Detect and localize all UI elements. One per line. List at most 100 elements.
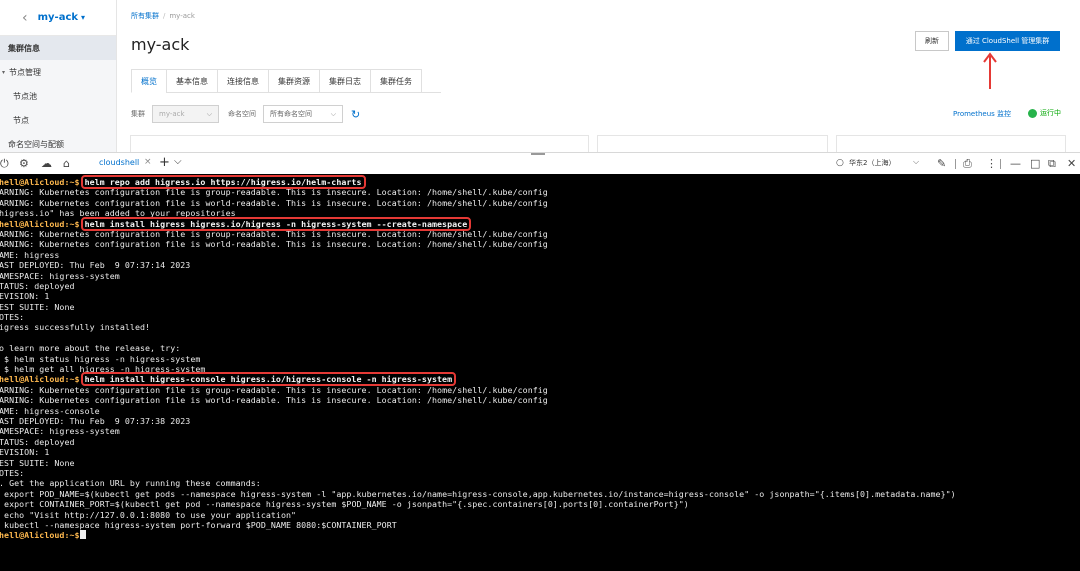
region-select[interactable]: 华东2（上海）: [849, 158, 895, 168]
car-icon[interactable]: ⌂: [63, 157, 70, 170]
cloud-upload-icon[interactable]: ☁: [41, 157, 52, 170]
filter-bar: 集群 my-ack ⌵ 命名空间 所有命名空间 ⌵ ↻: [131, 105, 360, 123]
cloudshell-manage-button[interactable]: 通过 CloudShell 管理集群: [955, 31, 1060, 51]
shell-prompt: hell@Alicloud:~$: [0, 218, 80, 229]
print-icon[interactable]: ⎙: [963, 157, 972, 171]
sidebar-item-label: 节点管理: [9, 67, 42, 77]
sidebar-item[interactable]: 集群信息: [0, 36, 116, 60]
sidebar-item-label: 命名空间与配额: [8, 139, 64, 149]
breadcrumb-current: my-ack: [169, 12, 195, 20]
terminal-output-line: OTES:: [0, 312, 25, 323]
minimize-icon[interactable]: —: [1010, 157, 1021, 170]
terminal-command-line: hell@Alicloud:~$ helm install higress-con…: [0, 372, 1080, 387]
cloudshell-toolbar: ⏻ ⚙ ☁ ⌂ cloudshell × + ⌵ ○ 华东2（上海） ⌵ ✎ ⎙…: [0, 152, 1080, 174]
terminal-output-line: AMESPACE: higress-system: [0, 426, 120, 437]
cluster-filter-label: 集群: [131, 110, 145, 118]
highlighted-command: helm repo add higress.io https://higress…: [80, 175, 366, 189]
terminal-output-line: $ helm get all higress -n higress-system: [0, 364, 206, 375]
terminal[interactable]: hell@Alicloud:~$ helm repo add higress.io…: [0, 174, 1080, 571]
breadcrumb: 所有集群 / my-ack: [131, 11, 195, 21]
overview-card: [130, 135, 589, 152]
namespace-filter-label: 命名空间: [228, 110, 256, 118]
shell-prompt: hell@Alicloud:~$: [0, 374, 80, 385]
settings-icon[interactable]: ⚙: [19, 157, 29, 170]
cluster-tab[interactable]: 集群日志: [319, 69, 370, 93]
terminal-output-line: AME: higress-console: [0, 405, 100, 416]
chevron-down-icon[interactable]: ⌵: [174, 156, 182, 167]
terminal-output-line: export POD_NAME=$(kubectl get pods --nam…: [0, 488, 956, 499]
terminal-output-line: ARNING: Kubernetes configuration file is…: [0, 395, 548, 406]
more-icon[interactable]: ⋮: [986, 157, 997, 170]
highlighted-command: helm install higress-console higress.io/…: [80, 372, 457, 387]
maximize-icon[interactable]: □: [1030, 157, 1040, 170]
chevron-down-icon: ⌵: [206, 109, 212, 118]
cluster-select[interactable]: my-ack ⌵: [152, 105, 219, 123]
terminal-output-line: ARNING: Kubernetes configuration file is…: [0, 197, 548, 208]
cluster-tab[interactable]: 集群任务: [370, 69, 422, 93]
prometheus-link[interactable]: Prometheus 监控: [953, 109, 1011, 119]
chevron-down-icon[interactable]: ⌵: [913, 157, 919, 167]
status-badge: 运行中: [1028, 108, 1061, 118]
close-icon[interactable]: ✕: [1067, 157, 1076, 170]
terminal-output-line: . Get the application URL by running the…: [0, 478, 261, 489]
terminal-command-line: hell@Alicloud:~$ helm install higress hig…: [0, 216, 1080, 231]
cluster-tab[interactable]: 连接信息: [217, 69, 268, 93]
divider: [955, 159, 956, 169]
overview-card: [835, 135, 1066, 152]
breadcrumb-all-clusters[interactable]: 所有集群: [131, 12, 159, 20]
terminal-output-line: ARNING: Kubernetes configuration file is…: [0, 228, 548, 239]
highlighted-command: helm install higress higress.io/higress …: [80, 216, 472, 231]
shell-prompt: hell@Alicloud:~$: [0, 177, 80, 187]
terminal-output-line: ARNING: Kubernetes configuration file is…: [0, 384, 548, 395]
terminal-output-line: EVISION: 1: [0, 447, 50, 458]
terminal-output-line: AMESPACE: higress-system: [0, 270, 120, 281]
tab-cloudshell[interactable]: cloudshell: [99, 158, 139, 167]
terminal-output-line: TATUS: deployed: [0, 280, 75, 291]
sidebar-item[interactable]: ▾ 节点管理: [0, 60, 116, 84]
shell-prompt: hell@Alicloud:~$: [0, 530, 80, 541]
cluster-tab[interactable]: 概览: [131, 69, 166, 93]
add-tab-icon[interactable]: +: [159, 155, 170, 170]
cluster-name[interactable]: my-ack: [38, 12, 78, 23]
sidebar: ‹ my-ack ▾ 集群信息 ▾ 节点管理 节点池 节点 命名空间与配额: [0, 0, 117, 152]
pen-icon[interactable]: ✎: [937, 157, 946, 170]
terminal-output-line: ARNING: Kubernetes configuration file is…: [0, 239, 548, 250]
sidebar-item-label: 节点池: [13, 91, 37, 101]
sidebar-item-label: 集群信息: [8, 43, 40, 53]
sidebar-item[interactable]: 命名空间与配额: [0, 132, 116, 152]
terminal-output-line: echo "Visit http://127.0.0.1:8080 to use…: [0, 509, 297, 520]
refresh-button[interactable]: 刷新: [915, 31, 949, 51]
namespace-select[interactable]: 所有命名空间 ⌵: [263, 105, 343, 123]
terminal-output-line: export CONTAINER_PORT=$(kubectl get pod …: [0, 499, 689, 510]
annotation-arrow-icon: [983, 52, 997, 89]
cluster-tab[interactable]: 集群资源: [268, 69, 319, 93]
close-tab-icon[interactable]: ×: [144, 157, 152, 167]
cluster-switcher[interactable]: ‹ my-ack ▾: [0, 0, 116, 36]
cluster-select-value: my-ack: [159, 110, 185, 118]
terminal-output-line: o learn more about the release, try:: [0, 343, 181, 354]
sidebar-item[interactable]: 节点池: [0, 84, 116, 108]
terminal-output-line: ARNING: Kubernetes configuration file is…: [0, 187, 548, 198]
cluster-console: ‹ my-ack ▾ 集群信息 ▾ 节点管理 节点池 节点 命名空间与配额 所有集群 / my…: [0, 0, 1080, 152]
restore-icon[interactable]: ⧉: [1048, 157, 1056, 171]
cluster-tab[interactable]: 基本信息: [166, 69, 217, 93]
caret-down-icon[interactable]: ▾: [81, 13, 85, 22]
divider: [1000, 159, 1001, 169]
terminal-output-line: AST DEPLOYED: Thu Feb 9 07:37:14 2023: [0, 260, 191, 271]
resize-handle[interactable]: [531, 153, 545, 155]
power-icon[interactable]: ⏻: [0, 157, 9, 171]
status-dot-icon: [1028, 108, 1037, 118]
terminal-command-line: hell@Alicloud:~$ helm repo add higress.io…: [0, 175, 1080, 189]
sidebar-menu: 集群信息 ▾ 节点管理节点池节点命名空间与配额: [0, 36, 116, 152]
sidebar-item[interactable]: 节点: [0, 108, 116, 132]
refresh-icon[interactable]: ↻: [351, 108, 360, 121]
terminal-output-line: OTES:: [0, 467, 25, 478]
page-title: my-ack: [131, 35, 190, 54]
chevron-down-icon: ⌵: [330, 109, 336, 118]
terminal-output-line: EST SUITE: None: [0, 301, 75, 312]
terminal-output-line: higress.io" has been added to your repos…: [0, 208, 236, 219]
location-icon: ○: [836, 158, 844, 168]
breadcrumb-separator: /: [163, 12, 166, 20]
chevron-left-icon[interactable]: ‹: [22, 10, 28, 26]
terminal-output-line: EST SUITE: None: [0, 457, 75, 468]
